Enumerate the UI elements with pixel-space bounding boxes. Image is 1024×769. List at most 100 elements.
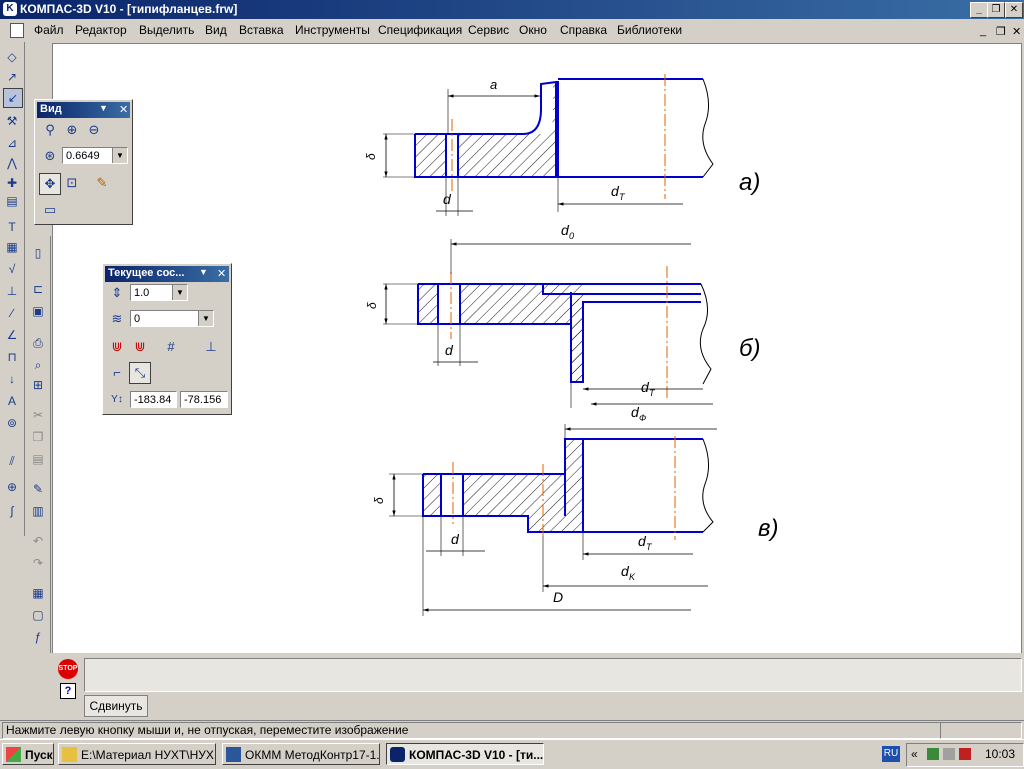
wave-icon[interactable]: ⊚ xyxy=(3,414,21,432)
step-field[interactable]: 1.0 ▼ xyxy=(130,284,188,301)
snap-icon[interactable]: ⋓ xyxy=(107,337,127,357)
zoom-field[interactable]: 0.6649 ▼ xyxy=(62,147,128,164)
close-button[interactable]: ✕ xyxy=(1005,2,1023,18)
grid-icon[interactable]: # xyxy=(161,337,181,357)
preview-icon[interactable]: ⌕ xyxy=(29,356,47,374)
state-panel-header[interactable]: Текущее сос... ▼ ✕ xyxy=(105,266,229,282)
measure-icon[interactable]: ⊿ xyxy=(3,134,21,152)
layer-field[interactable]: 0 ▼ xyxy=(130,310,214,327)
menu-file[interactable]: Файл xyxy=(34,23,64,37)
show-all-icon[interactable]: ⊡ xyxy=(62,173,82,193)
doc-restore-button[interactable]: ❐ xyxy=(996,25,1006,38)
tray-expand-icon[interactable]: « xyxy=(911,747,918,761)
print-icon[interactable]: ⎙ xyxy=(29,334,47,352)
cut-line-icon[interactable]: A xyxy=(3,392,21,410)
kompas-icon[interactable]: K xyxy=(3,2,17,16)
task-explorer[interactable]: E:\Материал НУХТ\НУХ... xyxy=(58,743,216,765)
table-icon[interactable]: ▦ xyxy=(3,238,21,256)
base-icon[interactable]: ⊥ xyxy=(3,282,21,300)
zoom-in-icon[interactable]: ⊕ xyxy=(62,120,82,140)
ortho-icon[interactable]: ⌐ xyxy=(107,363,127,383)
new-file-icon[interactable]: ▯ xyxy=(29,244,47,262)
doc-close-button[interactable]: ✕ xyxy=(1012,25,1021,38)
minimize-button[interactable]: _ xyxy=(970,2,988,18)
save-icon[interactable]: ▣ xyxy=(29,302,47,320)
layers-icon[interactable]: ≋ xyxy=(107,309,127,329)
doc-minimize-button[interactable]: _ xyxy=(980,25,986,37)
tab-move[interactable]: Сдвинуть xyxy=(84,695,148,717)
menu-help[interactable]: Справка xyxy=(560,23,607,37)
local-cs-icon[interactable]: ⊥ xyxy=(201,337,221,357)
panel-close-icon[interactable]: ✕ xyxy=(119,103,128,116)
chevron-down-icon[interactable]: ▼ xyxy=(198,311,213,326)
restore-button[interactable]: ❐ xyxy=(987,2,1005,18)
associative-icon[interactable]: ✚ xyxy=(3,174,21,192)
menu-libraries[interactable]: Библиотеки xyxy=(617,23,682,37)
zoom-scale-icon[interactable]: ⊛ xyxy=(40,146,60,166)
menu-view[interactable]: Вид xyxy=(205,23,227,37)
panel-close-icon[interactable]: ✕ xyxy=(217,267,226,280)
panel-menu-icon[interactable]: ▼ xyxy=(99,103,108,113)
local-snap-icon[interactable]: ⋓ xyxy=(130,337,150,357)
menu-insert[interactable]: Вставка xyxy=(239,23,284,37)
arrow-icon[interactable]: ↓ xyxy=(3,370,21,388)
zoom-window-icon[interactable]: ⚲ xyxy=(40,120,60,140)
label-delta-v: δ xyxy=(372,497,386,504)
layout-icon[interactable]: ▭ xyxy=(40,200,60,220)
format-brush-icon[interactable]: ✎ xyxy=(29,480,47,498)
curve-icon[interactable]: ∫ xyxy=(3,502,21,520)
network-icon[interactable] xyxy=(927,748,939,760)
cut-icon[interactable]: ✂ xyxy=(29,406,47,424)
manager-icon[interactable]: ▥ xyxy=(29,502,47,520)
volume-icon[interactable] xyxy=(943,748,955,760)
task-kompas[interactable]: КОМПАС-3D V10 - [ти... xyxy=(386,743,544,765)
axis-icon[interactable]: ⫽ xyxy=(3,452,21,470)
language-indicator[interactable]: RU xyxy=(882,746,900,762)
edit-icon[interactable]: ↙ xyxy=(3,88,23,108)
menu-select[interactable]: Выделить xyxy=(139,23,194,37)
zoom-out-icon[interactable]: ⊖ xyxy=(84,120,104,140)
chevron-down-icon[interactable]: ▼ xyxy=(172,285,187,300)
panel-menu-icon[interactable]: ▼ xyxy=(199,267,208,277)
spec-icon[interactable]: ▤ xyxy=(3,192,21,210)
parametric-icon[interactable]: ⤡ xyxy=(129,362,151,384)
coord-x-field[interactable]: -183.84 xyxy=(130,391,177,408)
paste-icon[interactable]: ▤ xyxy=(29,450,47,468)
copy-icon[interactable]: ❐ xyxy=(29,428,47,446)
coord-y-field[interactable]: -78.156 xyxy=(180,391,228,408)
text-icon[interactable]: T xyxy=(3,218,21,236)
function-icon[interactable]: ƒ xyxy=(29,628,47,646)
open-folder-icon[interactable]: ⊏ xyxy=(29,280,47,298)
center-icon[interactable]: ⊕ xyxy=(3,478,21,496)
task-word[interactable]: ОКММ МетодКонтр17-1... xyxy=(222,743,380,765)
label-a: a xyxy=(490,77,497,92)
leader-icon[interactable]: ∕ xyxy=(3,304,21,322)
params-icon[interactable]: ⚒ xyxy=(3,112,21,130)
menu-tools[interactable]: Инструменты xyxy=(295,23,370,37)
menu-window[interactable]: Окно xyxy=(519,23,547,37)
variables-icon[interactable]: ▢ xyxy=(29,606,47,624)
undo-icon[interactable]: ↶ xyxy=(29,532,47,550)
antivirus-icon[interactable] xyxy=(959,748,971,760)
sizes-icon[interactable]: ↗ xyxy=(3,68,21,86)
position-icon[interactable]: ∠ xyxy=(3,326,21,344)
menu-service[interactable]: Сервис xyxy=(468,23,509,37)
redo-icon[interactable]: ↷ xyxy=(29,554,47,572)
document-icon[interactable] xyxy=(10,23,24,38)
geometry-icon[interactable]: ◇ xyxy=(3,48,21,66)
roughness-icon[interactable]: √ xyxy=(3,260,21,278)
stop-icon[interactable]: STOP xyxy=(58,659,78,679)
library-manager-icon[interactable]: ▦ xyxy=(29,584,47,602)
select-icon[interactable]: ⋀ xyxy=(3,154,21,172)
properties-icon[interactable]: ⊞ xyxy=(29,376,47,394)
help-icon[interactable]: ? xyxy=(60,683,76,699)
tolerance-icon[interactable]: ⊓ xyxy=(3,348,21,366)
chevron-down-icon[interactable]: ▼ xyxy=(112,148,127,163)
menu-specification[interactable]: Спецификация xyxy=(378,23,462,37)
cursor-step-icon[interactable]: ⇕ xyxy=(107,283,127,303)
start-button[interactable]: Пуск xyxy=(2,743,54,765)
pan-icon[interactable]: ✥ xyxy=(39,173,61,195)
view-panel-header[interactable]: Вид ▼ ✕ xyxy=(37,102,130,118)
refresh-icon[interactable]: ✎ xyxy=(92,173,112,193)
menu-editor[interactable]: Редактор xyxy=(75,23,127,37)
